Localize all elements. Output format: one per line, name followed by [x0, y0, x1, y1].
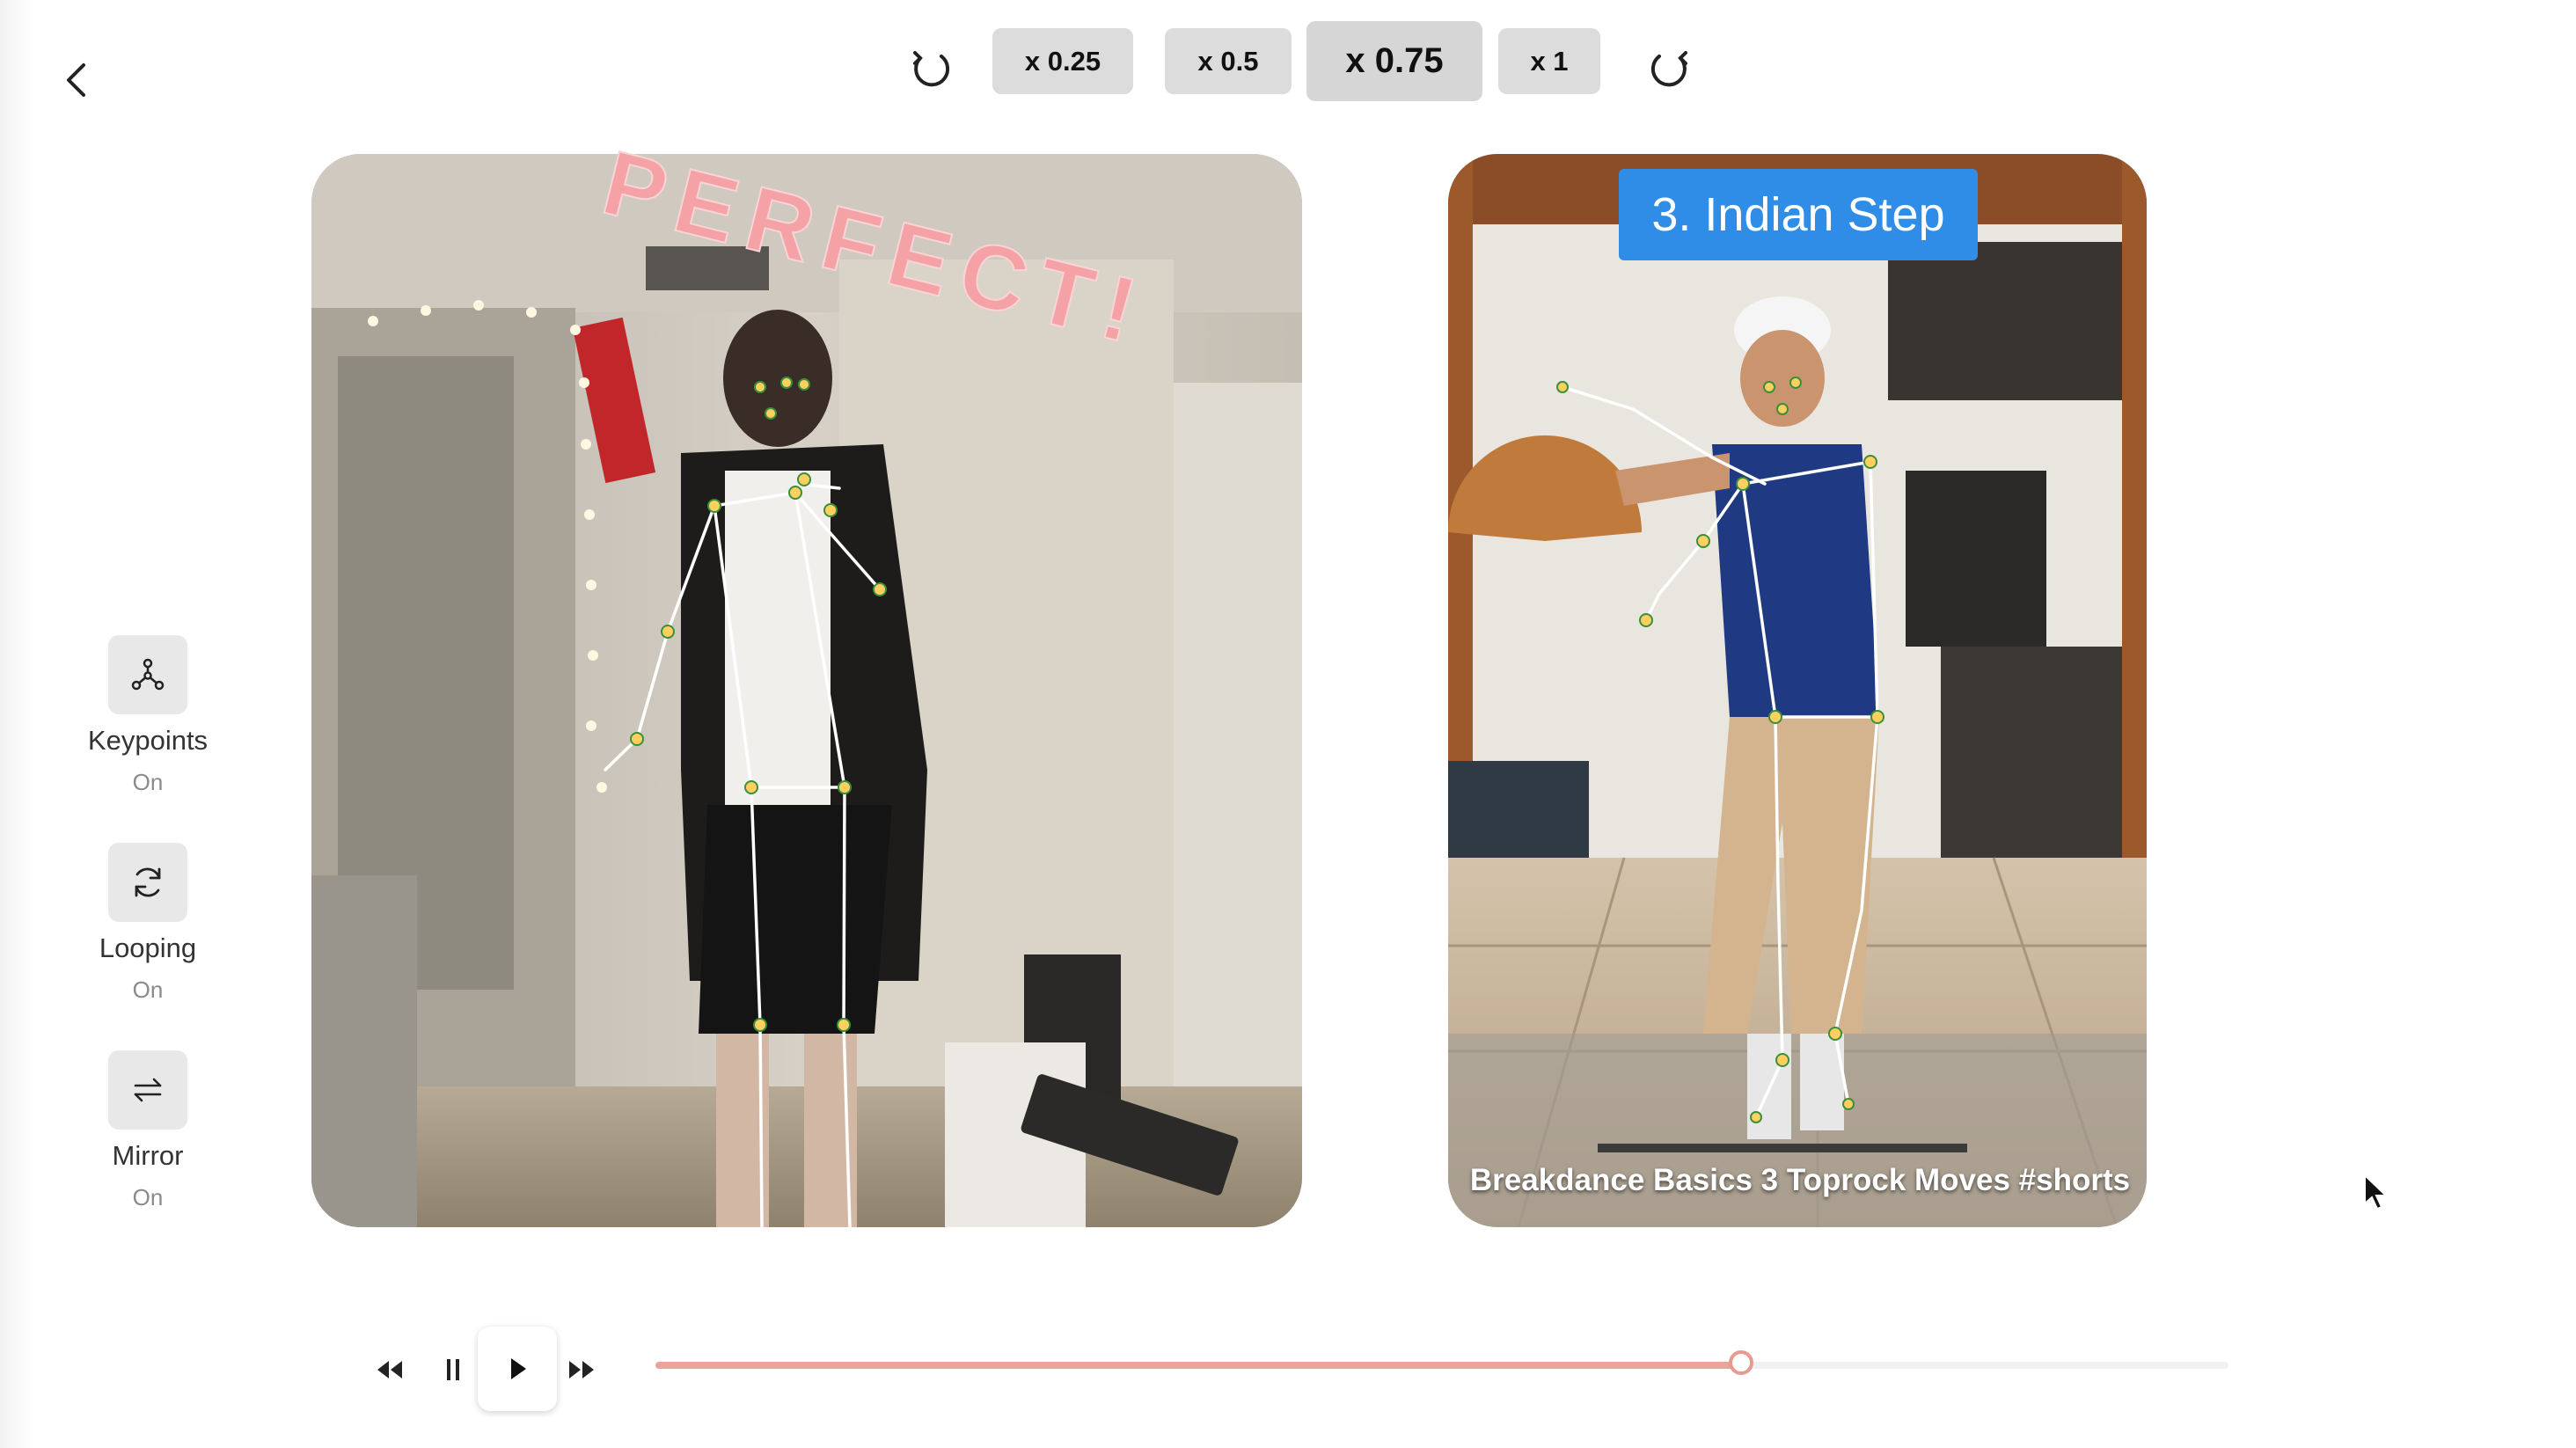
mouse-cursor-icon — [2364, 1174, 2389, 1210]
chevron-left-icon — [67, 63, 85, 97]
fast-forward-icon — [569, 1361, 594, 1379]
keypoints-toggle[interactable]: Keypoints On — [72, 635, 223, 796]
mirror-icon — [134, 1078, 162, 1102]
mirror-label: Mirror — [112, 1140, 184, 1171]
keypoints-state: On — [132, 769, 164, 795]
rotate-left-icon — [913, 51, 950, 87]
looping-label: Looping — [99, 932, 197, 963]
play-button[interactable] — [478, 1327, 557, 1411]
reference-caption: Breakdance Basics 3 Toprock Moves #short… — [1469, 1163, 2131, 1197]
speed-option-0-5[interactable]: x 0.5 — [1165, 28, 1292, 94]
back-button[interactable] — [55, 58, 99, 102]
reference-video-frame — [1448, 154, 2147, 1227]
looping-button[interactable] — [108, 843, 187, 922]
progress-thumb[interactable] — [1728, 1350, 1753, 1375]
keypoints-button[interactable] — [108, 635, 187, 714]
reference-video-panel — [1448, 154, 2147, 1227]
mirror-state: On — [132, 1184, 164, 1210]
progress-track[interactable] — [655, 1350, 2228, 1375]
looping-toggle[interactable]: Looping On — [72, 843, 223, 1004]
rewind-icon — [377, 1361, 402, 1379]
speed-option-0-25[interactable]: x 0.25 — [992, 28, 1133, 94]
rewind-button[interactable] — [368, 1348, 412, 1392]
perfect-overlay: PERFECT! — [592, 132, 1158, 361]
fast-forward-button[interactable] — [560, 1348, 604, 1392]
loop-icon — [135, 867, 161, 897]
pause-button[interactable] — [431, 1348, 475, 1392]
keypoints-label: Keypoints — [87, 725, 209, 756]
play-icon — [511, 1358, 526, 1379]
rotate-right-icon — [1650, 51, 1687, 87]
perfect-text: PERFECT! — [593, 132, 1157, 361]
rotate-right-button[interactable] — [1645, 44, 1694, 93]
reference-title-badge: 3. Indian Step — [1619, 169, 1978, 260]
mirror-toggle[interactable]: Mirror On — [72, 1050, 223, 1211]
left-edge-shade — [0, 0, 35, 1448]
rotate-left-button[interactable] — [906, 44, 955, 93]
progress-fill — [655, 1362, 1741, 1369]
speed-option-0-75-selected[interactable]: x 0.75 — [1306, 21, 1482, 101]
mirror-button[interactable] — [108, 1050, 187, 1130]
speed-option-1[interactable]: x 1 — [1498, 28, 1600, 94]
keypoints-icon — [131, 658, 165, 691]
pause-icon — [447, 1359, 459, 1380]
looping-state: On — [132, 976, 164, 1003]
